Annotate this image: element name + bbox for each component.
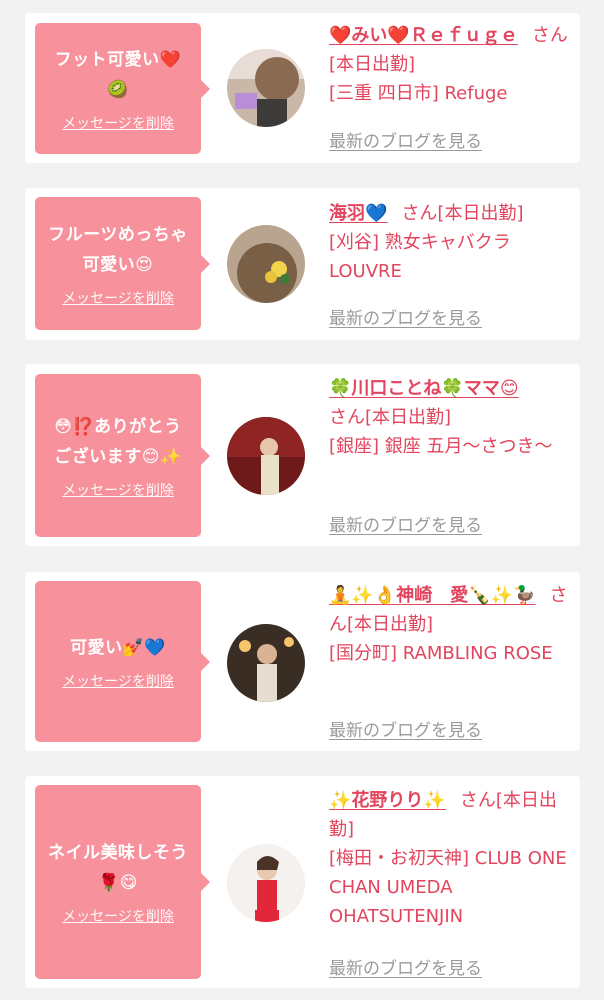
profile-info: 🍀川口ことね🍀ママ😊 さん[本日出勤] [銀座] 銀座 五月～さつき～ (329, 374, 569, 461)
delete-message-link[interactable]: メッセージを削除 (62, 480, 174, 500)
message-card: 😳⁉️ありがとう ございます😊✨ メッセージを削除 🍀川口ことね🍀ママ😊 さん[… (25, 364, 580, 546)
avatar-photo (227, 417, 305, 495)
message-bubble: ネイル美味しそう 🌹😋 メッセージを削除 (35, 785, 210, 979)
store-name: [銀座] 銀座 五月～さつき～ (329, 436, 553, 457)
latest-blog-link[interactable]: 最新のブログを見る (329, 511, 482, 536)
delete-message-link[interactable]: メッセージを削除 (62, 113, 174, 133)
store-name: [国分町] RAMBLING ROSE (329, 643, 553, 664)
cast-name-link[interactable]: ❤️みい❤️Ｒｅｆｕｇｅ (329, 25, 518, 46)
store-name: [刈谷] 熟女キャバクラ LOUVRE (329, 232, 511, 282)
avatar[interactable] (227, 624, 305, 702)
profile-info: 🧘✨👌神崎 愛🍾✨🦆 さん[本日出勤] [国分町] RAMBLING ROSE (329, 581, 569, 668)
honorific-status: さん[本日出勤] (329, 407, 452, 428)
latest-blog-link[interactable]: 最新のブログを見る (329, 304, 482, 329)
honorific-status: さん[本日出勤] (401, 203, 524, 224)
cast-name-link[interactable]: 🧘✨👌神崎 愛🍾✨🦆 (329, 585, 535, 606)
profile-info: ❤️みい❤️Ｒｅｆｕｇｅ さん[本日出勤] [三重 四日市] Refuge (329, 21, 569, 108)
cast-name-link[interactable]: 海羽💙 (329, 203, 387, 224)
message-bubble: フルーツめっちゃ 可愛い😍 メッセージを削除 (35, 197, 210, 330)
message-card: ネイル美味しそう 🌹😋 メッセージを削除 ✨花野りり✨ さん[本日出勤] [梅田・… (25, 776, 580, 988)
cast-name-link[interactable]: ✨花野りり✨ (329, 790, 446, 811)
message-bubble: 😳⁉️ありがとう ございます😊✨ メッセージを削除 (35, 374, 210, 537)
delete-message-link[interactable]: メッセージを削除 (62, 906, 174, 926)
store-name: [三重 四日市] Refuge (329, 83, 508, 104)
message-card: フルーツめっちゃ 可愛い😍 メッセージを削除 海羽💙 さん[本日出勤] [刈谷] … (25, 188, 580, 340)
message-card: フット可愛い❤️ 🥝 メッセージを削除 ❤️みい❤️Ｒｅｆｕｇｅ さん[本日出勤]… (25, 13, 580, 163)
message-text: 😳⁉️ありがとう ございます😊✨ (54, 416, 182, 467)
delete-message-link[interactable]: メッセージを削除 (62, 671, 174, 691)
avatar-photo (227, 624, 305, 702)
message-text: フルーツめっちゃ 可愛い😍 (48, 224, 188, 275)
latest-blog-link[interactable]: 最新のブログを見る (329, 954, 482, 979)
avatar[interactable] (227, 417, 305, 495)
avatar-photo (227, 844, 305, 922)
avatar[interactable] (227, 225, 305, 303)
latest-blog-link[interactable]: 最新のブログを見る (329, 716, 482, 741)
delete-message-link[interactable]: メッセージを削除 (62, 288, 174, 308)
avatar-photo (227, 49, 305, 127)
avatar[interactable] (227, 49, 305, 127)
message-text: 可愛い💅💙 (70, 637, 166, 658)
message-bubble: フット可愛い❤️ 🥝 メッセージを削除 (35, 23, 210, 154)
cast-name-link[interactable]: 🍀川口ことね🍀ママ😊 (329, 378, 519, 399)
avatar[interactable] (227, 844, 305, 922)
latest-blog-link[interactable]: 最新のブログを見る (329, 127, 482, 152)
profile-info: 海羽💙 さん[本日出勤] [刈谷] 熟女キャバクラ LOUVRE (329, 199, 569, 286)
avatar-photo (227, 225, 305, 303)
message-text: ネイル美味しそう 🌹😋 (48, 843, 188, 893)
store-name: [梅田・お初天神] CLUB ONE CHAN UMEDA OHATSUTENJ… (329, 848, 567, 927)
message-bubble: 可愛い💅💙 メッセージを削除 (35, 581, 210, 742)
profile-info: ✨花野りり✨ さん[本日出勤] [梅田・お初天神] CLUB ONE CHAN U… (329, 786, 569, 931)
message-card: 可愛い💅💙 メッセージを削除 🧘✨👌神崎 愛🍾✨🦆 さん[本日出勤] [国分町] … (25, 572, 580, 751)
message-text: フット可愛い❤️ 🥝 (54, 49, 182, 100)
